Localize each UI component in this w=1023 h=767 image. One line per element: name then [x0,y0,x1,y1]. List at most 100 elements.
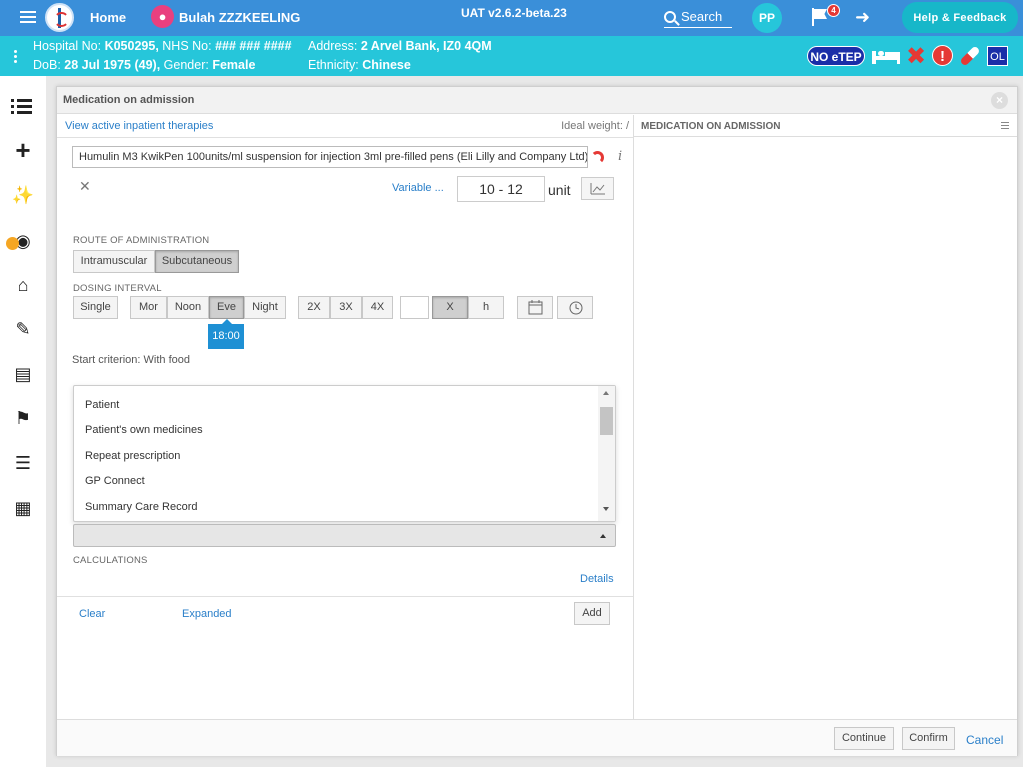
details-link[interactable]: Details [580,573,614,585]
close-icon[interactable]: × [991,92,1008,109]
hospital-label: Hospital No: [33,39,102,53]
dose-field[interactable]: 10 - 12 [457,176,545,202]
ol-badge[interactable]: OL [987,46,1008,66]
medication-list-title: MEDICATION ON ADMISSION [641,121,781,132]
variable-dose-link[interactable]: Variable ... [392,182,444,194]
ideal-weight-label: Ideal weight: / [561,120,629,132]
address-value: 2 Arvel Bank, IZ0 4QM [360,39,492,53]
source-select[interactable] [73,524,616,547]
medication-list-pane: MEDICATION ON ADMISSION [633,115,1017,719]
list-icon[interactable] [11,93,35,117]
stethoscope-icon[interactable]: ✨ [11,183,35,207]
calendar-icon [528,300,543,315]
continue-button[interactable]: Continue [834,727,894,750]
search-icon [664,10,676,23]
clear-drug-icon[interactable]: ✕ [79,178,91,195]
cancel-link[interactable]: Cancel [966,733,1003,747]
frequency-2x-button[interactable]: 2X [298,296,330,319]
clear-link[interactable]: Clear [79,608,105,620]
dose-chart-button[interactable] [581,177,614,200]
frequency-3x-button[interactable]: 3X [330,296,362,319]
home-link[interactable]: Home [90,10,126,25]
interval-count-field[interactable] [400,296,429,319]
line-chart-icon [590,183,605,195]
scroll-up-icon[interactable] [603,391,609,395]
time-morning-button[interactable]: Mor [130,296,167,319]
dob-value: 28 Jul 1975 (49), [64,58,161,72]
logout-icon[interactable]: ➜ [855,7,870,28]
female-patient-icon: ● [151,5,174,28]
source-option-patient[interactable]: Patient [85,399,119,411]
view-inpatient-therapies-link[interactable]: View active inpatient therapies [65,120,213,132]
drug-name-field[interactable]: Humulin M3 KwikPen 100units/ml suspensio… [72,146,588,168]
single-dose-button[interactable]: Single [73,296,118,319]
calendar-button[interactable] [517,296,553,319]
source-option-gp-connect[interactable]: GP Connect [85,475,145,487]
gender-label: Gender: [163,58,209,72]
no-etep-badge[interactable]: NO eTEP [807,46,865,66]
flag-count-badge: 4 [827,4,840,17]
info-icon[interactable]: i [618,149,622,164]
home-icon[interactable]: ⌂ [11,273,35,297]
divider [57,596,633,597]
pill-icon[interactable] [959,45,981,67]
source-option-repeat-prescription[interactable]: Repeat prescription [85,450,180,462]
time-evening-button[interactable]: Eve [209,296,244,319]
list-menu-icon[interactable] [1001,122,1009,131]
time-night-button[interactable]: Night [244,296,286,319]
user-avatar[interactable]: PP [752,3,782,33]
alert-icon[interactable]: ! [932,45,953,66]
discharge-icon[interactable]: ⚑ [11,406,35,430]
feed-icon[interactable] [591,151,604,164]
search-button[interactable]: Search [664,6,732,28]
banner-line-1: Hospital No: K050295, NHS No: ### ### ##… [33,39,292,53]
time-noon-button[interactable]: Noon [167,296,209,319]
divider [57,137,633,138]
banner-menu-icon[interactable] [14,50,17,65]
dialog-title: Medication on admission [63,94,195,106]
red-x-icon[interactable]: ✖ [906,42,926,71]
sidebar: + ✨ ◉ ⌂ ✎ ▤ ⚑ ☰ ▦ [0,76,46,767]
interval-hours-button[interactable]: h [468,296,504,319]
checklist-icon[interactable]: ☰ [11,451,35,475]
dosing-interval-label: DOSING INTERVAL [73,283,162,294]
scroll-down-icon[interactable] [603,507,609,511]
dob-label: DoB: [33,58,61,72]
source-option-summary-care-record[interactable]: Summary Care Record [85,501,197,513]
chevron-up-icon [600,534,606,538]
bed-icon[interactable] [872,48,900,64]
banner-line-2: DoB: 28 Jul 1975 (49), Gender: Female [33,58,255,72]
main-menu-icon[interactable] [20,11,36,24]
inbox-icon[interactable]: ▤ [11,362,35,386]
interval-x-button[interactable]: X [432,296,468,319]
app-logo [45,3,74,32]
expanded-link[interactable]: Expanded [182,608,232,620]
prescription-form: View active inpatient therapies Ideal we… [57,115,633,719]
route-label: ROUTE OF ADMINISTRATION [73,235,210,246]
schedule-button[interactable] [557,296,593,319]
ethnicity-label: Ethnicity: [308,58,359,72]
edit-icon[interactable]: ✎ [11,317,35,341]
building-icon[interactable]: ▦ [11,496,35,520]
clock-icon [569,301,583,315]
hospital-number: K050295, [104,39,159,53]
patient-name[interactable]: Bulah ZZZKEELING [179,10,300,25]
version-label: UAT v2.6.2-beta.23 [461,6,567,20]
help-feedback-button[interactable]: Help & Feedback [902,2,1018,33]
source-option-own-medicines[interactable]: Patient's own medicines [85,424,203,436]
dropdown-scrollbar[interactable] [598,386,615,521]
top-bar: Home ● Bulah ZZZKEELING UAT v2.6.2-beta.… [0,0,1023,36]
add-button[interactable]: Add [574,602,610,625]
search-label: Search [681,9,723,24]
plus-icon[interactable]: + [11,137,35,163]
route-intramuscular-button[interactable]: Intramuscular [73,250,155,273]
medication-on-admission-dialog: Medication on admission × View active in… [56,86,1018,756]
frequency-4x-button[interactable]: 4X [362,296,393,319]
scrollbar-thumb[interactable] [600,407,613,435]
source-dropdown-list[interactable]: Patient Patient's own medicines Repeat p… [73,385,616,522]
calculations-label: CALCULATIONS [73,555,148,566]
ethnicity-value: Chinese [362,58,411,72]
start-criterion-text: Start criterion: With food [72,354,190,366]
route-subcutaneous-button[interactable]: Subcutaneous [155,250,239,273]
confirm-button[interactable]: Confirm [902,727,955,750]
